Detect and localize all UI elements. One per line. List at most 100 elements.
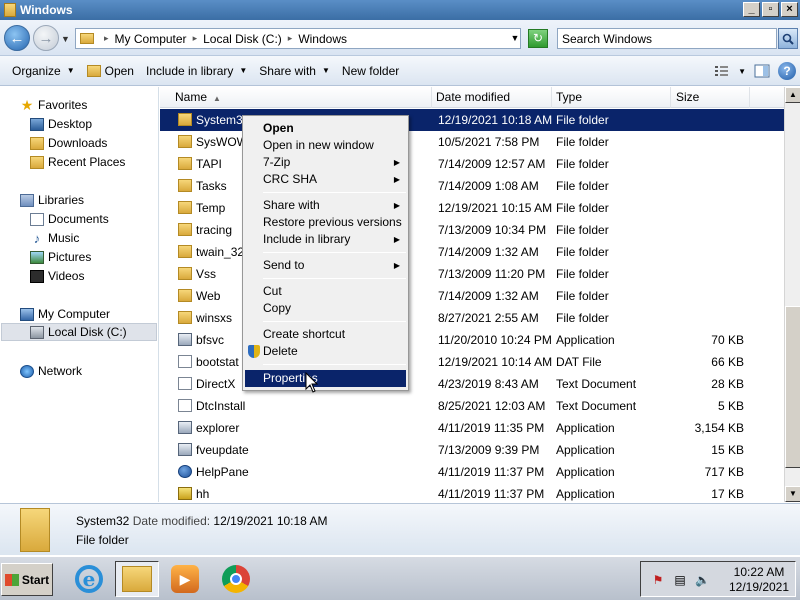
help-button[interactable]: ?	[778, 62, 796, 80]
menu-item-create-shortcut[interactable]: Create shortcut	[245, 326, 406, 343]
nav-favorites[interactable]: ★ Favorites	[20, 96, 88, 114]
nav-label: My Computer	[38, 307, 111, 321]
nav-libraries[interactable]: Libraries	[20, 191, 84, 209]
nav-my-computer[interactable]: My Computer	[20, 305, 110, 323]
computer-icon	[20, 307, 34, 321]
column-header-name[interactable]: Name ▲	[160, 87, 432, 108]
taskbar-chrome[interactable]	[214, 561, 258, 597]
nav-music[interactable]: ♪ Music	[30, 229, 80, 247]
menu-item-share-with[interactable]: Share with ▶	[245, 197, 406, 214]
breadcrumb-local-disk[interactable]: Local Disk (C:)	[203, 32, 282, 46]
folder-icon	[4, 3, 16, 17]
open-button[interactable]: Open	[81, 56, 140, 86]
hard-disk-icon	[30, 325, 44, 339]
table-row[interactable]: explorer 4/11/2019 11:35 PM Application 3,1…	[160, 417, 784, 439]
volume-icon[interactable]: 🔈	[695, 573, 710, 587]
nav-recent-places[interactable]: Recent Places	[30, 153, 125, 171]
taskbar-internet-explorer[interactable]: e	[67, 561, 111, 597]
column-header-date[interactable]: Date modified	[432, 87, 552, 108]
breadcrumb-separator[interactable]: ▸	[104, 33, 109, 44]
address-field[interactable]: ▸ My Computer ▸ Local Disk (C:) ▸ Window…	[75, 28, 521, 49]
nav-local-disk[interactable]: Local Disk (C:)	[1, 323, 157, 341]
menu-item-include-library[interactable]: Include in library ▶	[245, 231, 406, 248]
menu-label: Share with	[263, 198, 320, 212]
menu-item-properties[interactable]: Properties	[245, 370, 406, 387]
nav-network[interactable]: Network	[20, 362, 82, 380]
refresh-button[interactable]: ↻	[528, 29, 548, 48]
nav-videos[interactable]: Videos	[30, 267, 84, 285]
view-options-icon[interactable]	[714, 64, 730, 78]
folder-icon	[178, 289, 192, 302]
search-input[interactable]: Search Windows	[557, 28, 777, 49]
menu-item-send-to[interactable]: Send to ▶	[245, 257, 406, 274]
window-titlebar[interactable]: Windows _ ▫ ×	[0, 0, 800, 20]
cell-type: File folder	[556, 267, 609, 281]
mouse-cursor-icon	[305, 372, 319, 393]
internet-explorer-icon: e	[75, 565, 103, 593]
window-controls: _ ▫ ×	[743, 2, 798, 17]
taskbar-media-player[interactable]: ▶	[163, 561, 207, 597]
breadcrumb-windows[interactable]: Windows	[298, 32, 347, 46]
taskbar-windows-explorer[interactable]	[115, 561, 159, 597]
start-button[interactable]: Start	[1, 563, 53, 596]
media-player-icon: ▶	[171, 565, 199, 593]
menu-item-delete[interactable]: Delete	[245, 343, 406, 360]
new-folder-button[interactable]: New folder	[336, 56, 405, 86]
cell-name: DtcInstall	[196, 399, 246, 413]
cell-type: File folder	[556, 113, 609, 127]
table-row[interactable]: fveupdate 7/13/2009 9:39 PM Application 15 …	[160, 439, 784, 461]
videos-icon	[30, 269, 44, 283]
breadcrumb-separator[interactable]: ▸	[193, 33, 198, 44]
recent-pages-dropdown[interactable]: ▼	[61, 34, 70, 44]
address-dropdown[interactable]: ▼	[508, 28, 522, 49]
organize-label: Organize	[12, 63, 61, 78]
chevron-down-icon[interactable]: ▼	[738, 67, 746, 76]
action-center-flag-icon[interactable]: ⚑	[651, 573, 665, 587]
cell-size	[672, 109, 744, 131]
menu-item-cut[interactable]: Cut	[245, 283, 406, 300]
back-button[interactable]: ←	[4, 25, 30, 51]
menu-separator	[263, 192, 406, 193]
organize-button[interactable]: Organize ▼	[6, 56, 81, 86]
new-folder-label: New folder	[341, 63, 400, 78]
minimize-button[interactable]: _	[743, 2, 760, 17]
search-button[interactable]	[778, 28, 798, 49]
menu-item-7zip[interactable]: 7-Zip ▶	[245, 154, 406, 171]
menu-item-copy[interactable]: Copy	[245, 300, 406, 317]
column-header-type[interactable]: Type	[552, 87, 671, 108]
documents-icon	[30, 212, 44, 226]
breadcrumb-separator[interactable]: ▸	[288, 33, 293, 44]
menu-item-restore-previous[interactable]: Restore previous versions	[245, 214, 406, 231]
preview-pane-icon[interactable]	[754, 64, 770, 78]
scroll-down-button[interactable]: ▼	[785, 486, 800, 502]
nav-label: Downloads	[48, 136, 108, 150]
clock[interactable]: 10:22 AM 12/19/2021	[723, 565, 795, 595]
table-row[interactable]: HelpPane 4/11/2019 11:37 PM Application 717…	[160, 461, 784, 483]
nav-pictures[interactable]: Pictures	[30, 248, 91, 266]
table-row[interactable]: DtcInstall 8/25/2021 12:03 AM Text Documen…	[160, 395, 784, 417]
scroll-thumb[interactable]	[785, 306, 800, 468]
close-button[interactable]: ×	[781, 2, 798, 17]
menu-item-open[interactable]: Open	[245, 120, 406, 137]
maximize-button[interactable]: ▫	[762, 2, 779, 17]
nav-desktop[interactable]: Desktop	[30, 115, 92, 133]
nav-documents[interactable]: Documents	[30, 210, 109, 228]
menu-item-open-new-window[interactable]: Open in new window	[245, 137, 406, 154]
include-in-library-button[interactable]: Include in library ▼	[140, 56, 253, 86]
breadcrumb-my-computer[interactable]: My Computer	[115, 32, 187, 46]
nav-downloads[interactable]: Downloads	[30, 134, 107, 152]
menu-item-crc-sha[interactable]: CRC SHA ▶	[245, 171, 406, 188]
network-status-icon[interactable]: ▤	[673, 573, 687, 587]
vertical-scrollbar[interactable]: ▲ ▼	[784, 87, 800, 502]
table-row[interactable]: hh 4/11/2019 11:37 PM Application 17 KB	[160, 483, 784, 502]
column-header-size[interactable]: Size	[671, 87, 750, 108]
system-tray: ⚑ ▤ 🔈 10:22 AM 12/19/2021	[640, 561, 796, 597]
share-with-button[interactable]: Share with ▼	[253, 56, 336, 86]
scroll-up-button[interactable]: ▲	[785, 87, 800, 103]
desktop-icon	[30, 117, 44, 131]
forward-arrow-icon: →	[38, 29, 54, 47]
chrome-icon	[222, 565, 250, 593]
folder-icon	[178, 267, 192, 280]
forward-button[interactable]: →	[33, 25, 59, 51]
address-bar-area: ← → ▼ ▸ My Computer ▸ Local Disk (C:) ▸ …	[0, 20, 800, 56]
